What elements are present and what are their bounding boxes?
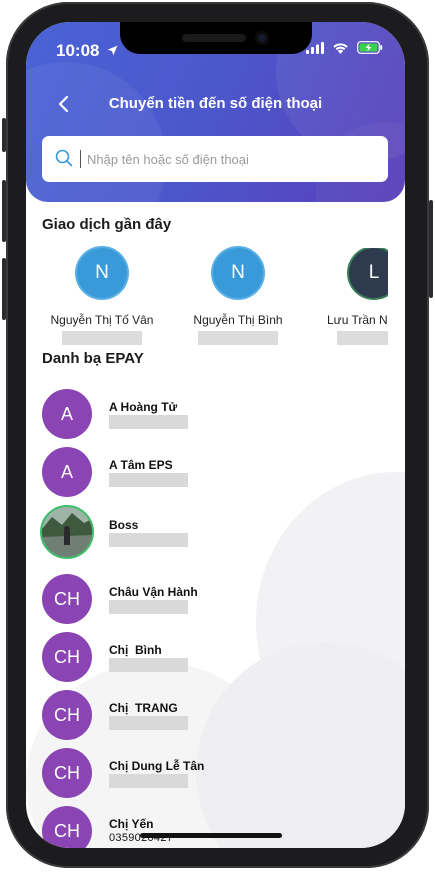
page-title: Chuyển tiền đến số điện thoại — [108, 95, 323, 112]
phone-frame: 10:08 Chuyển tiền đến số điện thoại Nhập… — [0, 0, 435, 872]
text-caret — [80, 150, 81, 168]
recent-contact-phone-hidden — [198, 331, 278, 345]
contacts-section-title: Danh bạ EPAY — [42, 350, 144, 367]
recent-contact-name: Lưu Trần Ng — [327, 313, 388, 327]
contact-name: A Tâm EPS — [109, 458, 173, 472]
battery-charging-icon — [357, 41, 383, 54]
contact-name: Chị Dung Lễ Tân — [109, 759, 205, 773]
avatar: N — [213, 248, 263, 298]
recent-contact-phone-hidden — [337, 331, 388, 345]
avatar-photo — [42, 507, 92, 557]
avatar: L — [349, 248, 388, 298]
contact-row[interactable]: CH Chị TRANG — [42, 690, 382, 740]
recent-contact[interactable]: L Lưu Trần Ng — [312, 248, 388, 345]
avatar: N — [77, 248, 127, 298]
contact-row[interactable]: A A Hoàng Tử — [42, 389, 382, 439]
contact-phone-hidden — [109, 473, 188, 487]
recent-contact-name: Nguyễn Thị Bình — [193, 313, 283, 327]
status-icons — [306, 41, 383, 54]
contact-row[interactable]: Boss — [42, 507, 382, 557]
contact-row[interactable]: CH Chị Bình — [42, 632, 382, 682]
contact-name: Châu Vận Hành — [109, 585, 198, 599]
recent-contact[interactable]: N Nguyễn Thị Tố Vân — [42, 248, 162, 345]
recent-contact-name: Nguyễn Thị Tố Vân — [50, 313, 154, 327]
contact-name: Boss — [109, 518, 139, 532]
avatar: CH — [42, 806, 92, 848]
status-time: 10:08 — [56, 41, 119, 61]
screen: 10:08 Chuyển tiền đến số điện thoại Nhập… — [26, 22, 405, 848]
avatar: CH — [42, 690, 92, 740]
contact-phone-hidden — [109, 533, 188, 547]
search-icon — [55, 149, 73, 167]
contact-row[interactable]: CH Châu Vận Hành — [42, 574, 382, 624]
contact-phone-hidden — [109, 658, 188, 672]
search-box[interactable] — [42, 136, 388, 182]
contact-row[interactable]: CH Chị Yến 0359020427 — [42, 806, 382, 848]
recent-section-title: Giao dịch gần đây — [42, 216, 172, 233]
avatar: A — [42, 389, 92, 439]
contact-phone-hidden — [109, 716, 188, 730]
contact-phone-hidden — [109, 774, 188, 788]
recent-contact-phone-hidden — [62, 331, 142, 345]
contact-phone-hidden — [109, 600, 188, 614]
contact-phone-hidden — [109, 415, 188, 429]
power-button — [429, 200, 433, 298]
recent-contact[interactable]: N Nguyễn Thị Bình — [178, 248, 298, 345]
wifi-icon — [333, 42, 348, 54]
contact-name: A Hoàng Tử — [109, 400, 178, 414]
location-arrow-icon — [107, 45, 118, 56]
notch — [120, 22, 312, 54]
contact-name: Chị Bình — [109, 643, 162, 657]
contact-name: Chị TRANG — [109, 701, 178, 715]
landscape-photo-icon — [42, 507, 92, 557]
avatar: CH — [42, 574, 92, 624]
search-input[interactable] — [87, 148, 377, 170]
avatar: CH — [42, 632, 92, 682]
avatar: A — [42, 447, 92, 497]
contact-name: Chị Yến — [109, 817, 154, 831]
contact-row[interactable]: CH Chị Dung Lễ Tân — [42, 748, 382, 798]
contact-row[interactable]: A A Tâm EPS — [42, 447, 382, 497]
home-indicator[interactable] — [140, 833, 282, 838]
avatar: CH — [42, 748, 92, 798]
